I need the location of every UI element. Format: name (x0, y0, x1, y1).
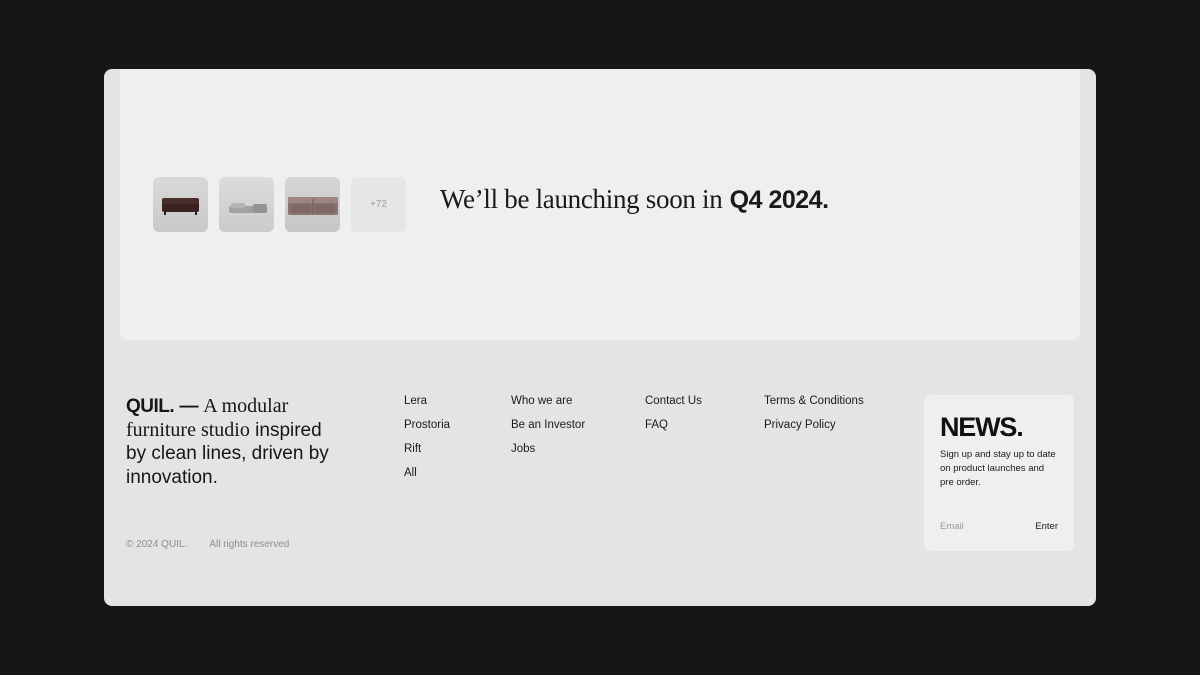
newsletter-title: NEWS. (940, 412, 1024, 442)
footer-link-prostoria[interactable]: Prostoria (404, 418, 450, 432)
newsletter-description: Sign up and stay up to date on product l… (940, 449, 1056, 488)
product-thumbnail-2[interactable] (219, 177, 274, 232)
copyright-row: © 2024 QUIL. All rights reserved (126, 539, 289, 550)
footer-nav-products: Lera Prostoria Rift All (404, 394, 450, 480)
product-thumbnails: +72 (153, 177, 406, 232)
headline-highlight: Q4 2024. (729, 186, 829, 214)
grey-sectional-icon (229, 203, 267, 213)
rights-text: All rights reserved (209, 539, 290, 550)
brand-statement: QUIL. — A modular furniture studio inspi… (126, 395, 346, 489)
footer-nav-legal: Terms & Conditions Privacy Policy (764, 394, 864, 432)
footer-link-all[interactable]: All (404, 466, 450, 480)
more-products-button[interactable]: +72 (351, 177, 406, 232)
newsletter-form: Enter (940, 521, 1058, 532)
footer-link-terms[interactable]: Terms & Conditions (764, 394, 864, 408)
footer-link-who-we-are[interactable]: Who we are (511, 394, 585, 408)
footer-link-rift[interactable]: Rift (404, 442, 450, 456)
more-count-label: +72 (370, 199, 387, 210)
launch-hero: +72 We’ll be launching soon in Q4 2024. (120, 69, 1080, 340)
footer-link-lera[interactable]: Lera (404, 394, 450, 408)
footer-nav-support: Contact Us FAQ (645, 394, 702, 432)
newsletter-card: NEWS. Sign up and stay up to date on pro… (924, 395, 1074, 551)
launch-headline: We’ll be launching soon in Q4 2024. (440, 184, 829, 215)
footer-link-contact[interactable]: Contact Us (645, 394, 702, 408)
product-thumbnail-1[interactable] (153, 177, 208, 232)
site-frame: +72 We’ll be launching soon in Q4 2024. … (104, 69, 1096, 606)
mauve-sofa-icon (288, 197, 338, 215)
brand-name: QUIL. (126, 396, 175, 417)
footer-nav-company: Who we are Be an Investor Jobs (511, 394, 585, 456)
footer-link-faq[interactable]: FAQ (645, 418, 702, 432)
headline-prefix: We’ll be launching soon in (440, 184, 723, 214)
copyright-text: © 2024 QUIL. (126, 539, 188, 550)
brand-dash: — (179, 396, 198, 417)
footer-link-investor[interactable]: Be an Investor (511, 418, 585, 432)
footer-link-privacy[interactable]: Privacy Policy (764, 418, 864, 432)
product-thumbnail-3[interactable] (285, 177, 340, 232)
enter-button[interactable]: Enter (1035, 521, 1058, 532)
dark-sofa-icon (162, 198, 199, 215)
footer-link-jobs[interactable]: Jobs (511, 442, 585, 456)
email-input[interactable] (940, 521, 1020, 532)
